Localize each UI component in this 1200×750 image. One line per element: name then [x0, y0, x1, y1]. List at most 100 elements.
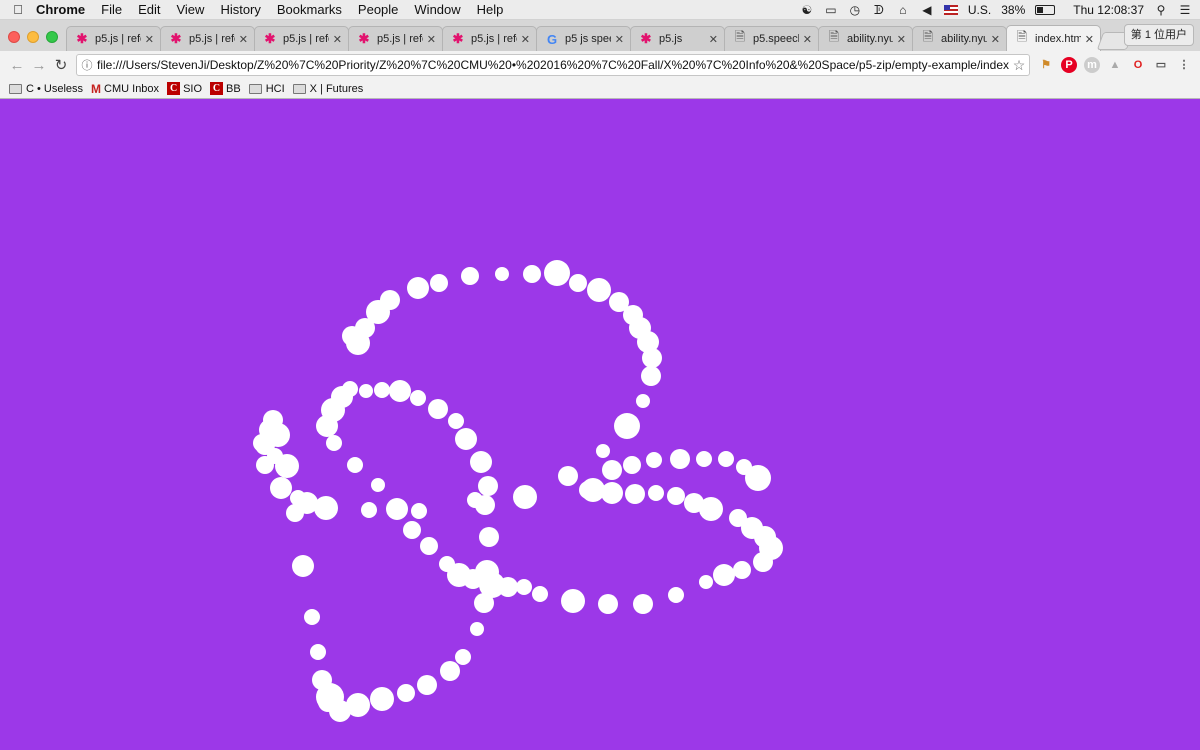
trail-dot: [699, 575, 713, 589]
trail-dot: [516, 579, 532, 595]
extension-flag-icon[interactable]: ⚑: [1038, 57, 1054, 73]
menu-history[interactable]: History: [220, 2, 260, 17]
bookmark-sio[interactable]: C SIO: [167, 82, 202, 95]
close-tab-icon[interactable]: ✕: [615, 33, 624, 46]
profile-button[interactable]: 第 1 位用户: [1123, 24, 1194, 46]
tab-google-search[interactable]: G p5 js spee ✕: [536, 26, 631, 51]
wifi-icon[interactable]: ⌂: [896, 3, 910, 17]
close-tab-icon[interactable]: ✕: [991, 33, 1000, 46]
trail-dot: [310, 644, 326, 660]
trail-dot: [602, 460, 622, 480]
us-flag-icon[interactable]: [943, 5, 958, 15]
menu-file[interactable]: File: [101, 2, 122, 17]
tab-p5js[interactable]: ✱ p5.js ✕: [630, 26, 725, 51]
trail-dot: [646, 452, 662, 468]
trail-dot: [253, 434, 271, 452]
drive-icon[interactable]: ▲: [1107, 57, 1123, 73]
menu-window[interactable]: Window: [414, 2, 460, 17]
time-machine-icon[interactable]: ◷: [848, 3, 862, 17]
bluetooth-icon[interactable]: ᗫ: [872, 3, 886, 17]
menu-view[interactable]: View: [176, 2, 204, 17]
close-window-button[interactable]: [8, 31, 20, 43]
volume-icon[interactable]: ◀: [920, 3, 934, 17]
tab-index-html-active[interactable]: 🗎 index.html ✕: [1006, 25, 1101, 52]
tab-title: p5.js: [659, 33, 683, 45]
menubar-clock[interactable]: Thu 12:08:37: [1073, 3, 1144, 17]
close-tab-icon[interactable]: ✕: [803, 33, 812, 46]
bookmark-futures[interactable]: X | Futures: [292, 83, 363, 95]
address-url[interactable]: file:///Users/StevenJi/Desktop/Z%20%7C%2…: [97, 58, 1009, 72]
site-info-icon[interactable]: ⓘ: [77, 57, 97, 73]
pinterest-icon[interactable]: P: [1061, 57, 1077, 73]
p5-star-icon: ✱: [452, 31, 464, 46]
extension-grey-icon[interactable]: m: [1084, 57, 1100, 73]
battery-icon[interactable]: [1035, 5, 1056, 15]
spotlight-search-icon[interactable]: ⚲: [1154, 3, 1168, 17]
trail-dot: [430, 274, 448, 292]
document-icon: 🗎: [828, 29, 840, 44]
minimize-window-button[interactable]: [27, 31, 39, 43]
close-tab-icon[interactable]: ✕: [709, 33, 718, 46]
trail-dot: [587, 278, 611, 302]
close-tab-icon[interactable]: ✕: [145, 33, 154, 46]
tab-p5-reference-5[interactable]: ✱ p5.js | refe ✕: [442, 26, 537, 51]
menu-bookmarks[interactable]: Bookmarks: [277, 2, 342, 17]
menu-people[interactable]: People: [358, 2, 398, 17]
tab-ability-nyu-1[interactable]: 🗎 ability.nyu ✕: [818, 26, 913, 51]
back-button[interactable]: ←: [6, 57, 28, 74]
gmail-icon: M: [91, 81, 102, 96]
trail-dot: [410, 390, 426, 406]
chrome-menu-icon[interactable]: ⋮: [1176, 57, 1192, 73]
input-source-label[interactable]: U.S.: [968, 3, 991, 17]
menu-edit[interactable]: Edit: [138, 2, 160, 17]
bookmark-label: CMU Inbox: [104, 82, 160, 95]
reload-button[interactable]: ↻: [50, 56, 72, 74]
creative-cloud-icon[interactable]: ☯: [800, 3, 814, 17]
trail-dot: [270, 477, 292, 499]
bookmark-star-icon[interactable]: ☆: [1009, 57, 1029, 74]
p5-sketch-canvas[interactable]: [0, 100, 1200, 750]
address-bar[interactable]: ⓘ file:///Users/StevenJi/Desktop/Z%20%7C…: [76, 54, 1030, 76]
bookmark-label: BB: [226, 82, 241, 95]
close-tab-icon[interactable]: ✕: [897, 33, 906, 46]
apple-menu-icon[interactable]: : [0, 2, 36, 17]
zoom-window-button[interactable]: [46, 31, 58, 43]
airplay-icon[interactable]: ▭: [824, 3, 838, 17]
menu-help[interactable]: Help: [477, 2, 504, 17]
bookmark-hci[interactable]: HCI: [248, 83, 285, 95]
trail-dot: [733, 561, 751, 579]
trail-dot: [292, 555, 314, 577]
trail-dot: [479, 527, 499, 547]
tab-title: p5.js | refe: [377, 33, 423, 45]
tab-title: p5.speech: [753, 33, 799, 45]
tab-p5-speech[interactable]: 🗎 p5.speech ✕: [724, 26, 819, 51]
tab-p5-reference-4[interactable]: ✱ p5.js | refe ✕: [348, 26, 443, 51]
tab-ability-nyu-2[interactable]: 🗎 ability.nyu ✕: [912, 26, 1007, 51]
close-tab-icon[interactable]: ✕: [1085, 33, 1094, 46]
cast-icon[interactable]: ▭: [1153, 57, 1169, 73]
close-tab-icon[interactable]: ✕: [427, 33, 436, 46]
bookmark-cmu-inbox[interactable]: M CMU Inbox: [91, 82, 159, 96]
bookmark-bb[interactable]: C BB: [210, 82, 241, 95]
tab-title: p5.js | refe: [283, 33, 329, 45]
p5-star-icon: ✱: [358, 31, 370, 46]
close-tab-icon[interactable]: ✕: [333, 33, 342, 46]
trail-dot: [428, 399, 448, 419]
forward-button[interactable]: →: [28, 57, 50, 74]
tab-title: p5.js | refe: [189, 33, 235, 45]
notification-center-icon[interactable]: ☰: [1178, 3, 1192, 17]
opera-icon[interactable]: O: [1130, 57, 1146, 73]
tab-p5-reference-3[interactable]: ✱ p5.js | refe ✕: [254, 26, 349, 51]
trail-dot: [596, 444, 610, 458]
trail-dot: [263, 410, 283, 430]
tab-p5-reference-2[interactable]: ✱ p5.js | refe ✕: [160, 26, 255, 51]
bookmark-useless[interactable]: C • Useless: [9, 83, 83, 95]
close-tab-icon[interactable]: ✕: [521, 33, 530, 46]
app-menu[interactable]: Chrome: [36, 2, 85, 17]
close-tab-icon[interactable]: ✕: [239, 33, 248, 46]
tab-title: p5.js | refe: [471, 33, 517, 45]
battery-percent[interactable]: 38%: [1001, 3, 1025, 17]
trail-dot: [636, 394, 650, 408]
tab-p5-reference-1[interactable]: ✱ p5.js | refe ✕: [66, 26, 161, 51]
p5-star-icon: ✱: [264, 31, 276, 46]
